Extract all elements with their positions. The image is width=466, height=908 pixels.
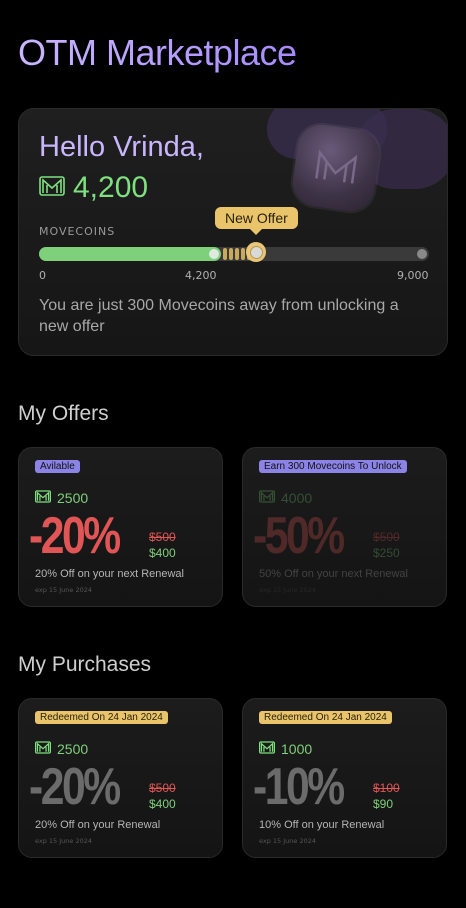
offer-expiry: exp 15 June 2024 [35,586,93,594]
progress-segment [235,248,239,260]
redeemed-badge: Redeemed On 24 Jan 2024 [259,711,392,724]
progress-end-knob [417,249,427,259]
new-offer-tooltip: New Offer [215,207,298,235]
offer-description: 50% Off on your next Renewal [259,568,408,580]
tick-end: 9,000 [397,269,429,282]
status-badge: Earn 300 Movecoins To Unlock [259,460,407,473]
progress-segment [223,248,227,260]
offer-expiry: exp 15 June 2024 [259,586,317,594]
redeemed-badge: Redeemed On 24 Jan 2024 [35,711,168,724]
new-price: $400 [149,797,176,811]
new-price: $400 [149,546,176,560]
new-price: $90 [373,797,394,811]
offers-heading: My Offers [18,402,109,425]
offer-cost-value: 2500 [57,489,89,506]
movecoin-icon [259,739,275,758]
discount-value: -10% [253,758,345,816]
tick-current: 4,200 [185,269,217,282]
movecoin-logo-icon [289,121,383,215]
page-title: OTM Marketplace [18,32,297,73]
old-price: $500 [373,530,400,544]
discount-value: -20% [29,507,121,565]
progress-fill [39,247,221,261]
old-price: $500 [149,530,176,544]
old-price: $100 [373,781,400,795]
purchase-card[interactable]: Redeemed On 24 Jan 2024 2500 -20% $500 $… [18,698,223,858]
movecoin-icon [35,488,51,507]
purchase-expiry: exp 15 June 2024 [35,837,93,845]
movecoins-label: MOVECOINS [39,225,116,238]
new-price: $250 [373,546,400,560]
offer-cost-value: 4000 [281,489,313,506]
movecoin-icon [35,739,51,758]
greeting: Hello Vrinda, [39,131,204,163]
offer-description: 20% Off on your next Renewal [35,568,184,580]
progress-knob [209,249,219,259]
purchase-cost-value: 1000 [281,740,313,757]
unlock-message: You are just 300 Movecoins away from unl… [39,297,399,335]
progress-segment [241,248,245,260]
progress-track [39,242,429,262]
movecoin-icon [39,176,65,200]
coin-balance-value: 4,200 [73,171,149,204]
offer-card[interactable]: Avilable 2500 -20% $500 $400 20% Off on … [18,447,223,607]
discount-value: -50% [253,507,345,565]
tick-start: 0 [39,269,46,282]
old-price: $500 [149,781,176,795]
offer-marker[interactable] [246,242,266,262]
purchase-card[interactable]: Redeemed On 24 Jan 2024 1000 -10% $100 $… [242,698,447,858]
offer-cost: 4000 [259,488,312,507]
purchase-description: 10% Off on your Renewal [259,819,385,831]
purchase-cost-value: 2500 [57,740,89,757]
purchase-expiry: exp 15 June 2024 [259,837,317,845]
purchases-heading: My Purchases [18,653,152,676]
coin-balance: 4,200 [39,171,148,205]
offer-card-locked[interactable]: Earn 300 Movecoins To Unlock 4000 -50% $… [242,447,447,607]
movecoins-card: Hello Vrinda, 4,200 MOVECOINS New Offer … [18,108,448,356]
discount-value: -20% [29,758,121,816]
offer-cost: 2500 [35,488,88,507]
progress-segment [229,248,233,260]
purchase-description: 20% Off on your Renewal [35,819,161,831]
purchase-cost: 2500 [35,739,88,758]
purchase-cost: 1000 [259,739,312,758]
movecoin-icon [259,488,275,507]
status-badge: Avilable [35,460,80,473]
